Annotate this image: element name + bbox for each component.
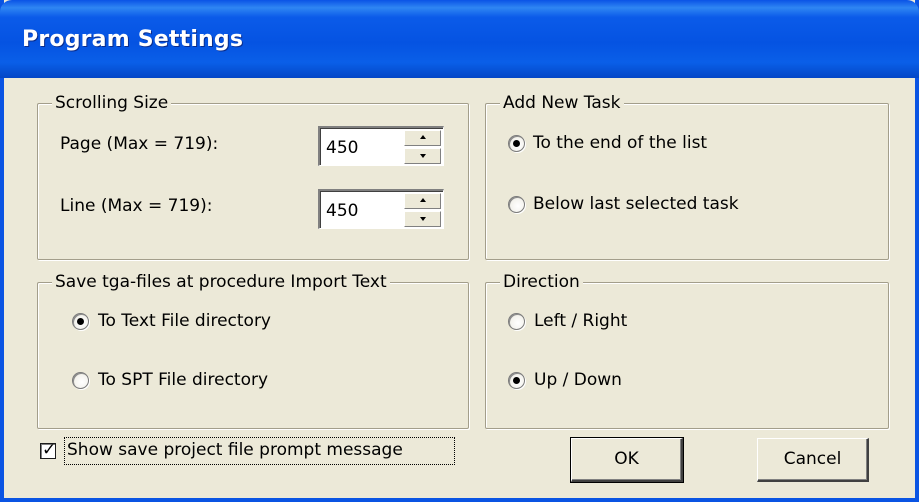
- line-size-spinner[interactable]: 450: [318, 189, 444, 229]
- scrolling-size-title: Scrolling Size: [52, 92, 172, 114]
- radio-end-of-list[interactable]: [508, 135, 525, 152]
- direction-title: Direction: [500, 271, 583, 293]
- dialog-title: Program Settings: [22, 27, 244, 52]
- radio-up-down[interactable]: [508, 372, 525, 389]
- page-size-spin-buttons: [404, 130, 441, 164]
- radio-end-of-list-label[interactable]: To the end of the list: [533, 132, 707, 154]
- line-size-value[interactable]: 450: [326, 200, 358, 222]
- save-tga-title: Save tga-files at procedure Import Text: [52, 271, 390, 293]
- radio-left-right-label[interactable]: Left / Right: [534, 310, 627, 332]
- direction-group: Direction Left / Right Up / Down: [485, 271, 889, 429]
- save-tga-group: Save tga-files at procedure Import Text …: [37, 271, 469, 429]
- cancel-button[interactable]: Cancel: [757, 438, 869, 482]
- radio-below-selected-label[interactable]: Below last selected task: [533, 193, 739, 215]
- page-size-increment-button[interactable]: [404, 130, 441, 146]
- page-size-label: Page (Max = 719):: [60, 134, 219, 154]
- check-mark-icon: ✓: [42, 440, 57, 460]
- page-size-decrement-button[interactable]: [404, 148, 441, 164]
- arrow-down-icon: [420, 154, 426, 158]
- scrolling-size-group: Scrolling Size Page (Max = 719): 450 Lin…: [37, 92, 469, 260]
- ok-button[interactable]: OK: [570, 437, 684, 483]
- radio-left-right[interactable]: [508, 313, 525, 330]
- page-size-spinner[interactable]: 450: [318, 126, 444, 166]
- add-new-task-title: Add New Task: [500, 92, 624, 114]
- arrow-up-icon: [420, 135, 426, 139]
- show-prompt-label[interactable]: Show save project file prompt message: [67, 439, 403, 461]
- radio-below-selected[interactable]: [508, 196, 525, 213]
- line-size-spin-buttons: [404, 193, 441, 227]
- title-bar[interactable]: Program Settings: [0, 0, 919, 78]
- radio-spt-file-dir-label[interactable]: To SPT File directory: [98, 369, 268, 391]
- radio-up-down-label[interactable]: Up / Down: [534, 369, 622, 391]
- arrow-up-icon: [420, 198, 426, 202]
- page-size-value[interactable]: 450: [326, 137, 358, 159]
- program-settings-dialog: Program Settings Scrolling Size Page (Ma…: [0, 0, 919, 502]
- add-new-task-group: Add New Task To the end of the list Belo…: [485, 92, 889, 260]
- line-size-increment-button[interactable]: [404, 193, 441, 209]
- show-prompt-checkbox[interactable]: ✓: [40, 440, 56, 460]
- line-size-decrement-button[interactable]: [404, 211, 441, 227]
- dialog-content: Scrolling Size Page (Max = 719): 450 Lin…: [4, 78, 915, 498]
- radio-spt-file-dir[interactable]: [72, 372, 89, 389]
- radio-text-file-dir-label[interactable]: To Text File directory: [98, 310, 271, 332]
- line-size-label: Line (Max = 719):: [60, 196, 213, 216]
- radio-text-file-dir[interactable]: [72, 313, 89, 330]
- arrow-down-icon: [420, 217, 426, 221]
